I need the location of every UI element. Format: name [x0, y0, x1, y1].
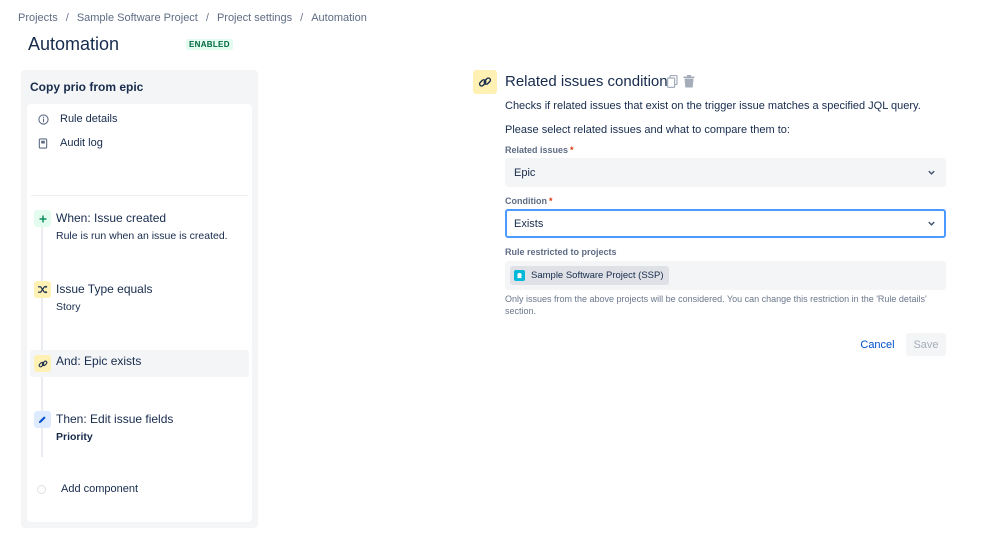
step-condition-issue-type[interactable]: Issue Type equals Story	[30, 281, 249, 321]
rule-name: Copy prio from epic	[30, 80, 144, 94]
label-text: Condition	[505, 196, 547, 206]
restriction-help-text: Only issues from the above projects will…	[505, 294, 927, 316]
chevron-down-icon	[927, 219, 936, 231]
breadcrumb-separator: /	[65, 12, 69, 24]
save-button[interactable]: Save	[906, 333, 946, 356]
chevron-down-icon	[927, 168, 936, 180]
step-title: And: Epic exists	[56, 354, 142, 368]
link-icon	[34, 355, 51, 372]
page-title: Automation	[28, 34, 120, 54]
shuffle-icon	[34, 281, 51, 298]
restricted-projects-label: Rule restricted to projects	[505, 247, 617, 257]
step-subtitle: Rule is run when an issue is created.	[56, 230, 228, 242]
select-value: Epic	[514, 166, 536, 179]
rule-panel: Copy prio from epic Rule details Audit l…	[21, 70, 258, 528]
step-subtitle: Story	[56, 301, 81, 313]
audit-log-link[interactable]: Audit log	[37, 137, 103, 149]
info-icon	[37, 113, 49, 125]
required-marker: *	[570, 145, 574, 155]
label-text: Related issues	[505, 145, 569, 155]
condition-title: Related issues condition	[505, 73, 668, 90]
cancel-button[interactable]: Cancel	[854, 333, 901, 356]
project-tag-label: Sample Software Project (SSP)	[531, 270, 664, 281]
condition-instruction: Please select related issues and what to…	[505, 124, 790, 136]
breadcrumb-project-settings[interactable]: Project settings	[217, 12, 292, 24]
breadcrumb-projects[interactable]: Projects	[18, 12, 58, 24]
step-trigger[interactable]: When: Issue created Rule is run when an …	[30, 210, 249, 250]
trash-icon[interactable]	[683, 75, 695, 93]
project-tag: Sample Software Project (SSP)	[510, 266, 669, 285]
divider	[31, 195, 248, 196]
step-action-edit-issue[interactable]: Then: Edit issue fields Priority	[30, 411, 249, 451]
breadcrumb-separator: /	[205, 12, 209, 24]
plus-icon	[34, 210, 51, 227]
breadcrumb-automation[interactable]: Automation	[311, 12, 367, 24]
step-title: Issue Type equals	[56, 282, 153, 296]
add-component-label: Add component	[61, 483, 139, 495]
circle-icon	[37, 484, 46, 494]
link-icon	[473, 70, 497, 94]
project-avatar-icon	[514, 270, 525, 281]
rule-card: Rule details Audit log When: Issue creat…	[27, 104, 252, 522]
condition-label: Condition *	[505, 196, 553, 206]
breadcrumb-separator: /	[300, 12, 304, 24]
add-component-button[interactable]: Add component	[37, 483, 138, 495]
restricted-projects-field: Sample Software Project (SSP)	[505, 261, 946, 290]
status-badge: ENABLED	[186, 39, 233, 50]
related-issues-select[interactable]: Epic	[505, 158, 946, 187]
select-value: Exists	[514, 217, 544, 230]
related-issues-label: Related issues *	[505, 145, 574, 155]
pencil-icon	[34, 411, 51, 428]
breadcrumb: Projects / Sample Software Project / Pro…	[18, 12, 367, 24]
rule-details-label: Rule details	[60, 113, 118, 125]
condition-description: Checks if related issues that exist on t…	[505, 100, 921, 112]
required-marker: *	[549, 196, 553, 206]
audit-log-label: Audit log	[60, 137, 103, 149]
condition-select[interactable]: Exists	[505, 209, 946, 238]
document-icon	[37, 137, 49, 149]
step-title: Then: Edit issue fields	[56, 412, 174, 426]
step-subtitle: Priority	[56, 431, 93, 443]
rule-details-link[interactable]: Rule details	[37, 113, 117, 125]
step-condition-epic-exists[interactable]: And: Epic exists	[30, 350, 249, 377]
step-title: When: Issue created	[56, 211, 167, 225]
breadcrumb-sample-software-project[interactable]: Sample Software Project	[77, 12, 198, 24]
copy-icon[interactable]	[667, 74, 678, 93]
